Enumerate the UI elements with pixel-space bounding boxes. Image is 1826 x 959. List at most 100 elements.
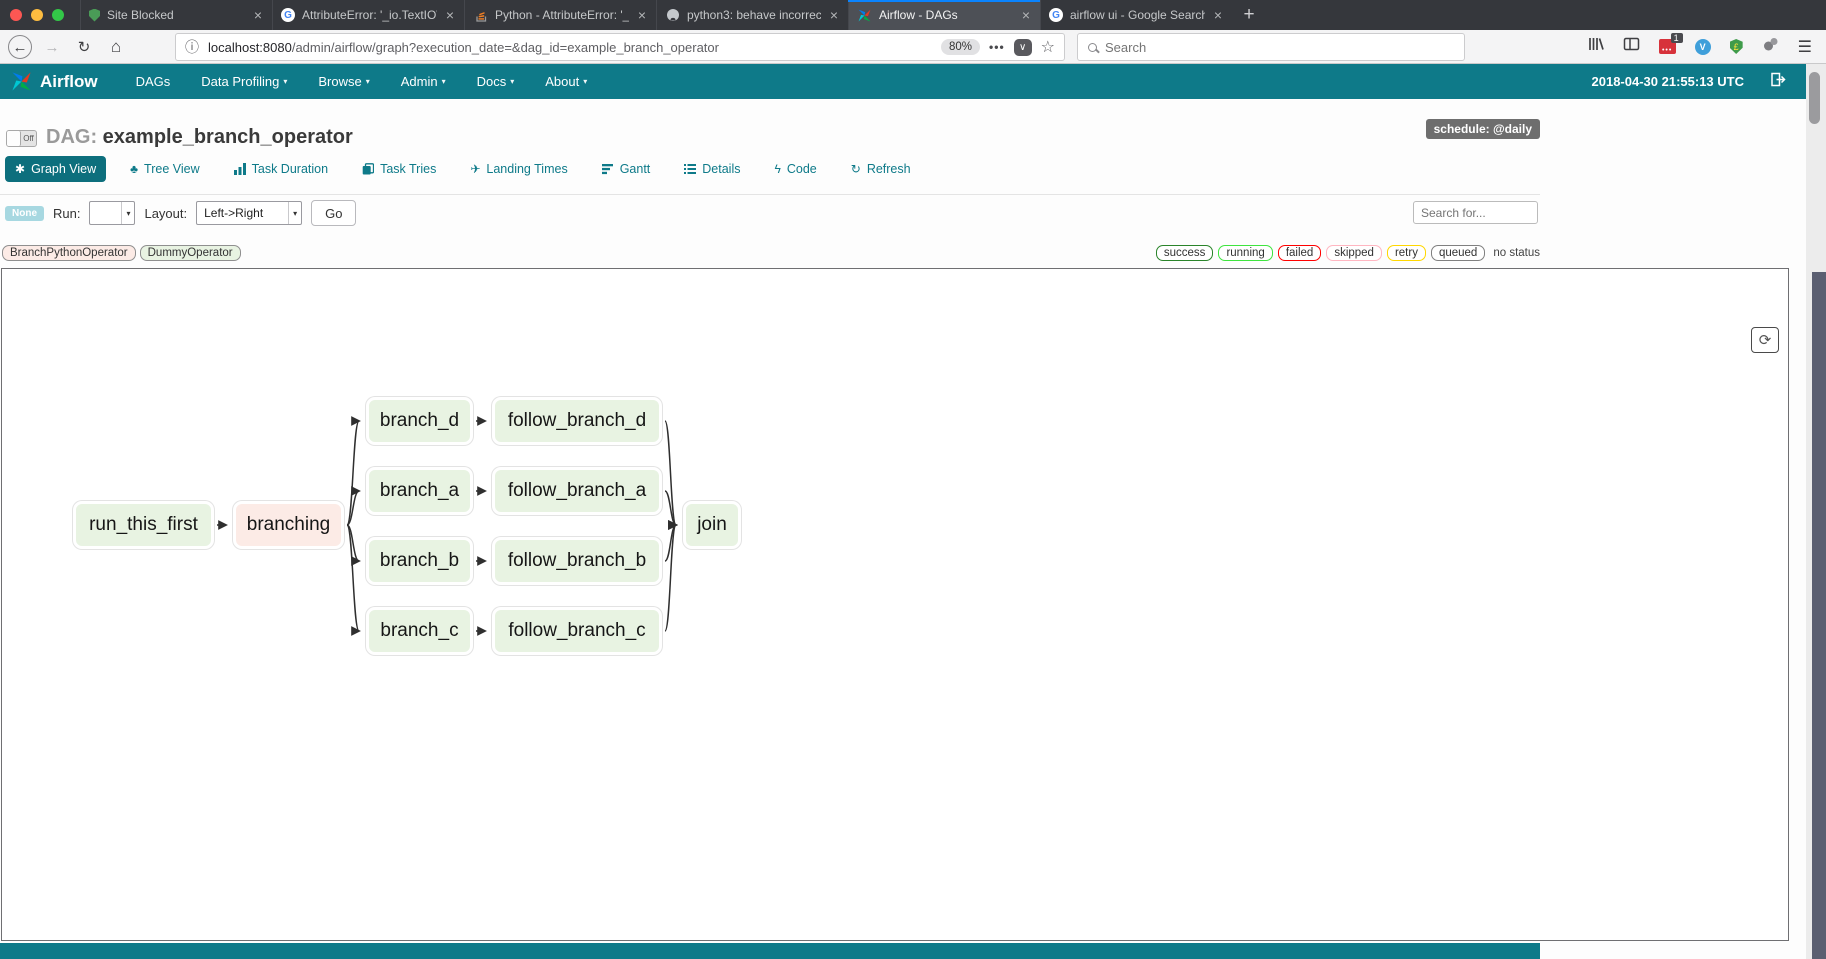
tab-airflow-ui-search[interactable]: G airflow ui - Google Search × [1040,0,1232,30]
dag-pause-toggle[interactable]: Off [6,130,37,147]
close-icon[interactable]: × [828,7,840,23]
close-icon[interactable]: × [1212,7,1224,23]
close-icon[interactable]: × [636,7,648,23]
tab-python3-behave[interactable]: python3: behave incorrectly mo × [656,0,848,30]
layout-label: Layout: [144,206,187,221]
chevron-down-icon: ▾ [283,77,287,86]
dag-node-branch_a[interactable]: branch_a [366,467,473,515]
search-input[interactable] [1105,40,1454,55]
refresh-icon: ↻ [851,162,861,176]
status-legend-success: success [1156,245,1214,261]
sidebar-icon[interactable] [1623,36,1640,57]
button-label: Tree View [144,162,200,176]
tab-attributeerror[interactable]: G AttributeError: '_io.TextIOWrapp × [272,0,464,30]
run-label: Run: [53,206,80,221]
operator-legend-branchpythonoperator: BranchPythonOperator [2,245,136,261]
ext-dots: ••• [1662,47,1672,54]
dag-node-branch_d[interactable]: branch_d [366,397,473,445]
close-icon[interactable]: × [252,7,264,23]
close-window-button[interactable] [10,9,22,21]
list-icon [684,163,696,175]
google-favicon-icon: G [1049,8,1063,22]
library-icon[interactable] [1587,36,1604,57]
details-button[interactable]: Details [674,156,750,182]
task-duration-button[interactable]: Task Duration [224,156,338,182]
zoom-window-button[interactable] [52,9,64,21]
fan-icon: ✱ [15,162,25,176]
menu-hamburger-icon[interactable]: ☰ [1798,37,1812,57]
chevron-down-icon: ▾ [288,202,301,224]
window-controls [0,0,80,30]
nav-label: DAGs [136,74,171,89]
site-info-icon[interactable]: ⓘ [185,37,199,57]
dag-node-follow_branch_b[interactable]: follow_branch_b [492,537,662,585]
dag-node-branch_c[interactable]: branch_c [366,607,473,655]
tab-site-blocked[interactable]: Site Blocked × [80,0,272,30]
close-icon[interactable]: × [444,7,456,23]
nav-item-browse[interactable]: Browse▾ [318,74,369,89]
button-label: Refresh [867,162,911,176]
button-label: Gantt [620,162,651,176]
graph-refresh-button[interactable]: ⟳ [1751,327,1779,353]
landing-times-button[interactable]: ✈Landing Times [460,156,577,182]
button-label: Task Tries [380,162,436,176]
back-icon[interactable]: ← [8,35,32,59]
scrollbar-thumb[interactable] [1809,72,1820,124]
status-legend-running: running [1218,245,1272,261]
nav-item-about[interactable]: About▾ [545,74,587,89]
code-button[interactable]: ϟCode [765,156,827,182]
status-legend-queued: queued [1431,245,1485,261]
schedule-badge: schedule: @daily [1426,119,1540,139]
nav-item-dags[interactable]: DAGs [136,74,171,89]
airflow-brand[interactable]: Airflow [10,70,98,93]
zoom-level-badge[interactable]: 80% [941,39,980,55]
layout-select[interactable]: Left->Right▾ [196,201,302,225]
close-icon[interactable]: × [1020,7,1032,23]
tab-python-attributeerror[interactable]: Python - AttributeError: '_io.Te × [464,0,656,30]
url-text[interactable]: localhost:8080/admin/airflow/graph?execu… [208,40,932,55]
dag-graph-canvas[interactable]: run_this_first branching branch_d follow_br… [1,268,1789,941]
forward-icon[interactable]: → [40,35,64,59]
dag-node-join[interactable]: join [683,501,741,549]
logout-icon[interactable] [1770,72,1786,92]
dag-node-follow_branch_c[interactable]: follow_branch_c [492,607,662,655]
adblock-extension-icon[interactable]: •••1 [1659,39,1676,54]
minimize-window-button[interactable] [31,9,43,21]
dag-node-run_this_first[interactable]: run_this_first [73,501,214,549]
graph-view-button[interactable]: ✱Graph View [5,156,106,182]
tab-airflow-dags[interactable]: Airflow - DAGs × [848,0,1040,30]
dag-node-branching[interactable]: branching [233,501,344,549]
dag-state-badge: None [5,206,44,221]
home-icon[interactable]: ⌂ [104,35,128,59]
toggle-knob [7,131,21,146]
bookmark-star-icon[interactable]: ☆ [1041,37,1055,57]
task-search-input[interactable] [1413,201,1538,224]
url-bar[interactable]: ⓘ localhost:8080/admin/airflow/graph?exe… [175,33,1065,61]
chevron-down-icon: ▾ [583,77,587,86]
dag-node-follow_branch_a[interactable]: follow_branch_a [492,467,662,515]
pocket-icon[interactable]: ∨ [1014,39,1032,56]
tree-view-button[interactable]: ♣Tree View [120,156,209,182]
spheres-extension-icon[interactable] [1762,36,1779,57]
page-actions-icon[interactable]: ••• [989,40,1005,54]
reload-icon[interactable]: ↻ [72,35,96,59]
extension-badge: 1 [1671,33,1683,43]
shield-extension-icon[interactable]: £ [1730,39,1743,54]
chevron-down-icon: ▾ [442,77,446,86]
operator-legend-dummyoperator: DummyOperator [140,245,241,261]
blue-extension-icon[interactable]: V [1695,39,1711,55]
run-select[interactable]: ▾ [89,201,135,225]
nav-label: Data Profiling [201,74,279,89]
dag-node-follow_branch_d[interactable]: follow_branch_d [492,397,662,445]
dag-node-branch_b[interactable]: branch_b [366,537,473,585]
legend-row: BranchPythonOperator DummyOperator succe… [0,245,1540,261]
search-bar[interactable] [1077,33,1465,61]
go-button[interactable]: Go [311,200,356,226]
refresh-button[interactable]: ↻ Refresh [841,156,921,182]
task-tries-button[interactable]: Task Tries [352,156,446,182]
gantt-button[interactable]: Gantt [592,156,661,182]
new-tab-button[interactable]: + [1232,0,1266,30]
nav-item-docs[interactable]: Docs▾ [477,74,515,89]
nav-item-data-profiling[interactable]: Data Profiling ▾ [201,74,287,89]
nav-item-admin[interactable]: Admin▾ [401,74,446,89]
